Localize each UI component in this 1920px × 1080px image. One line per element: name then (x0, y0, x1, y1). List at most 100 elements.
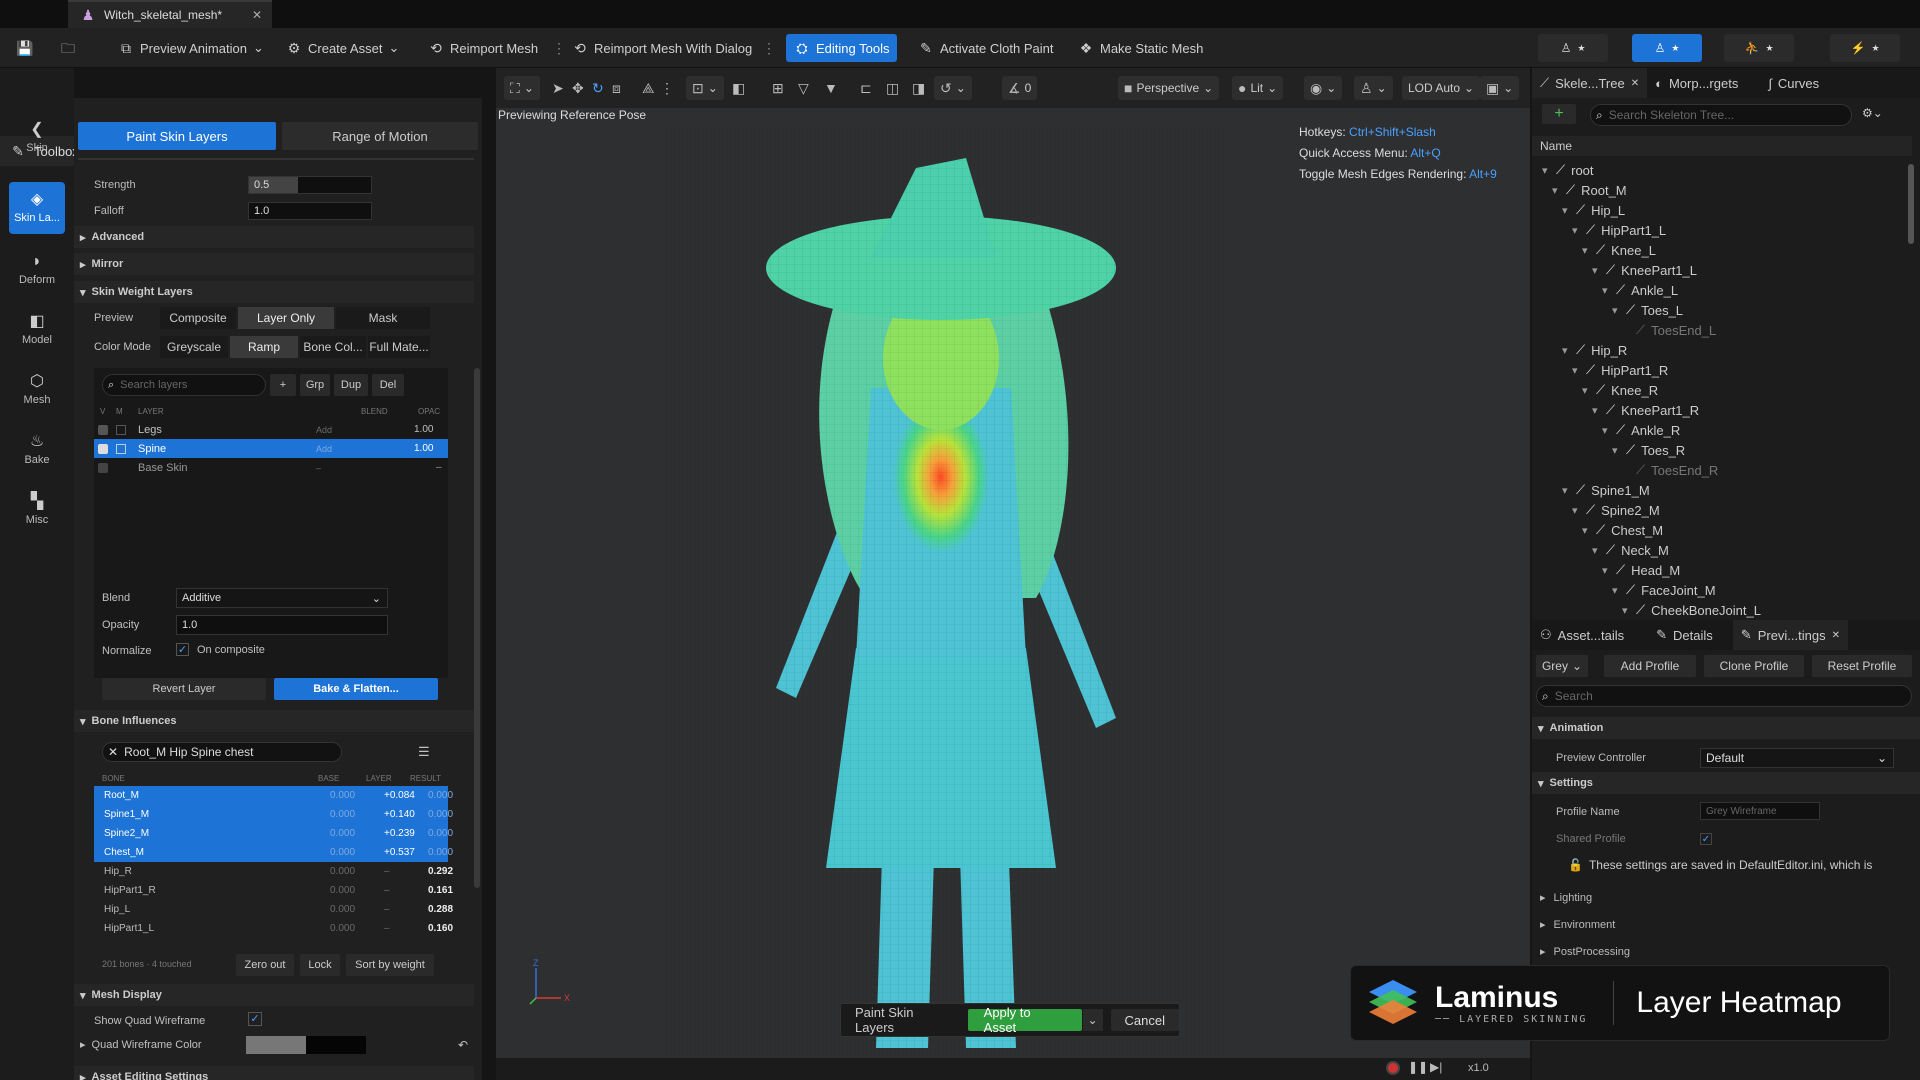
show-dropdown[interactable]: ◉ ⌄ (1304, 76, 1343, 100)
skeleton-tree-row[interactable]: ▾ ⟋ Knee_L (1582, 240, 1656, 260)
expand-arrow-icon[interactable]: ▾ (1582, 524, 1594, 537)
select-mode-dropdown[interactable]: ⛶ ⌄ (504, 76, 540, 100)
rail-item-misc[interactable]: ▚ Misc (9, 484, 65, 536)
cancel-button[interactable]: Cancel (1110, 1009, 1179, 1031)
color-mode-bone-color[interactable]: Bone Col... (300, 336, 366, 358)
strength-slider[interactable]: 0.5 (248, 176, 372, 194)
bone-influence-row[interactable]: Spine1_M 0.000 +0.140 0.000 (94, 805, 453, 824)
tab-preview-settings[interactable]: ✎ Previ...tings ✕ (1732, 620, 1848, 650)
make-static-mesh-button[interactable]: ❖ Make Static Mesh (1070, 34, 1211, 62)
document-tab[interactable]: ♟ Witch_skeletal_mesh* ✕ (68, 0, 272, 28)
skeleton-tree-row[interactable]: ▾ ⟋ Hip_L (1562, 200, 1625, 220)
reset-profile-button[interactable]: Reset Profile (1812, 655, 1912, 677)
grid-icon[interactable]: ⊞ (772, 80, 784, 97)
skeleton-tree-row[interactable]: ▾ ⟋ Ankle_L (1602, 280, 1678, 300)
split-icon[interactable]: ◫ (886, 80, 899, 97)
panel-icon[interactable]: ◨ (912, 80, 925, 97)
viewport[interactable]: ⛶ ⌄ ➤ ✥ ↻ ⧈ ⟁ ⋮ ⊡ ⌄ ◧ ⊞ ▽ ▼ ⊏ ◫ ◨ ↺ ⌄ ∡ 0 ■ P… (496, 68, 1530, 1080)
skeleton-tree-row[interactable]: ▾ ⟋ Toes_L (1612, 300, 1683, 320)
viewport-options-dropdown[interactable]: ▣ ⌄ (1480, 76, 1520, 100)
more-options-icon[interactable]: ⋮ (660, 80, 674, 97)
profile-dropdown[interactable]: Grey ⌄ (1536, 655, 1588, 677)
revert-layer-button[interactable]: Revert Layer (102, 678, 266, 700)
expand-arrow-icon[interactable]: ▾ (1622, 604, 1634, 617)
world-axis-icon[interactable]: ⟁ (642, 80, 655, 97)
bone-influence-row[interactable]: Spine2_M 0.000 +0.239 0.000 (94, 824, 453, 843)
color-swatch[interactable] (246, 1036, 366, 1054)
expand-arrow-icon[interactable]: ▾ (1592, 544, 1604, 557)
settings-section[interactable]: ▾ Settings (1532, 772, 1920, 794)
clear-icon[interactable]: ✕ (108, 745, 118, 759)
tree-scrollbar[interactable] (1908, 164, 1914, 244)
expand-arrow-icon[interactable]: ▾ (1572, 224, 1584, 237)
zero-out-button[interactable]: Zero out (236, 954, 294, 976)
bone-influence-row[interactable]: HipPart1_L 0.000 – 0.160 (94, 919, 453, 938)
skeleton-tree-row[interactable]: ▾ ⟋ Toes_R (1612, 440, 1685, 460)
paint-skin-layers-mode[interactable]: Paint Skin Layers (78, 122, 276, 150)
lit-dropdown[interactable]: ● Lit ⌄ (1232, 76, 1284, 100)
skeleton-tree-row[interactable]: ▾ ⟋ Chest_M (1582, 520, 1663, 540)
normalize-checkbox[interactable]: ✓ On composite (176, 643, 265, 656)
duplicate-layer-button[interactable]: Dup (334, 374, 368, 396)
clone-profile-button[interactable]: Clone Profile (1704, 655, 1804, 677)
preview-mask[interactable]: Mask (336, 307, 430, 329)
preview-composite[interactable]: Composite (160, 307, 236, 329)
mesh-display-section[interactable]: ▾ Mesh Display (74, 984, 474, 1006)
skeleton-tree-row[interactable]: ▾ ⟋ Neck_M (1592, 540, 1669, 560)
postprocessing-section[interactable]: ▸ PostProcessing (1540, 938, 1630, 965)
skeleton-tree-row[interactable]: ▾ ⟋ Spine1_M (1562, 480, 1650, 500)
add-layer-button[interactable]: + (270, 374, 296, 396)
expand-arrow-icon[interactable]: ▾ (1582, 384, 1594, 397)
animation-section[interactable]: ▾ Animation (1532, 717, 1920, 739)
lock-button[interactable]: Lock (300, 954, 340, 976)
editing-tools-button[interactable]: ⛭ Editing Tools (786, 34, 898, 62)
add-bone-button[interactable]: + (1542, 104, 1576, 124)
angle-snap-input[interactable]: ∡ 0 (1002, 76, 1038, 100)
range-of-motion-mode[interactable]: Range of Motion (282, 122, 478, 150)
triangle-icon[interactable]: ▽ (798, 80, 809, 97)
layer-row-spine[interactable]: Spine Add 1.00 (94, 439, 448, 458)
expand-arrow-icon[interactable]: ▾ (1602, 424, 1614, 437)
layer-row-base-skin[interactable]: Base Skin – – (94, 458, 448, 477)
apply-options-dropdown[interactable]: ⌄ (1082, 1009, 1103, 1031)
search-layers-input[interactable]: ⌕ Search layers (102, 374, 266, 396)
rail-item-deform[interactable]: ◗ Deform (9, 244, 65, 296)
bone-filter-input[interactable]: ✕ Root_M Hip Spine chest (102, 742, 342, 762)
sort-by-weight-button[interactable]: Sort by weight (346, 954, 434, 976)
lighting-section[interactable]: ▸ Lighting (1540, 884, 1592, 911)
play-speed[interactable]: x1.0 (1468, 1062, 1489, 1074)
visibility-icon[interactable] (98, 424, 108, 435)
shared-profile-checkbox[interactable]: ✓ (1700, 832, 1712, 845)
tab-asset-details[interactable]: ⚇ Asset...tails (1532, 620, 1632, 650)
skeleton-mode-button[interactable]: ♙ ★ (1538, 34, 1608, 62)
skeleton-tree-row[interactable]: ▾ ⟋ Hip_R (1562, 340, 1627, 360)
tab-curves[interactable]: ∫ Curves (1760, 68, 1827, 98)
visibility-icon[interactable] (98, 462, 108, 473)
expand-arrow-icon[interactable]: ▾ (1612, 304, 1624, 317)
pause-icon[interactable]: ❚❚ (1408, 1060, 1428, 1074)
bone-influence-row[interactable]: HipPart1_R 0.000 – 0.161 (94, 881, 453, 900)
preview-layer-only[interactable]: Layer Only (238, 307, 334, 329)
expand-arrow-icon[interactable]: ▾ (1572, 364, 1584, 377)
bake-flatten-button[interactable]: Bake & Flatten... (274, 678, 438, 700)
mask-checkbox[interactable] (116, 424, 126, 435)
skeleton-tree-row[interactable]: ▾ ⟋ KneePart1_R (1592, 400, 1699, 420)
move-icon[interactable]: ✥ (572, 80, 584, 97)
skeleton-tree-row[interactable]: ▾ ⟋ Ankle_R (1602, 420, 1680, 440)
mesh-mode-button[interactable]: ♙ ★ (1632, 34, 1702, 62)
rail-item-mesh[interactable]: ⬡ Mesh (9, 364, 65, 416)
close-icon[interactable]: ✕ (1631, 78, 1639, 89)
preview-animation-button[interactable]: ⧉ Preview Animation ⌄ (110, 34, 272, 62)
color-mode-greyscale[interactable]: Greyscale (160, 336, 228, 358)
expand-arrow-icon[interactable]: ▾ (1592, 404, 1604, 417)
details-search-input[interactable]: ⌕ Search (1536, 685, 1912, 707)
crop-icon[interactable]: ⊏ (860, 80, 872, 97)
filled-triangle-icon[interactable]: ▼ (824, 80, 838, 96)
environment-section[interactable]: ▸ Environment (1540, 911, 1615, 938)
color-mode-full-material[interactable]: Full Mate... (368, 336, 430, 358)
show-quad-wireframe-checkbox[interactable]: ✓ (248, 1012, 262, 1026)
character-dropdown[interactable]: ♙ ⌄ (1354, 76, 1393, 100)
add-profile-button[interactable]: Add Profile (1604, 655, 1696, 677)
skeleton-tree-row[interactable]: ▾ ⟋ Root_M (1552, 180, 1627, 200)
rail-item-model[interactable]: ◧ Model (9, 304, 65, 356)
